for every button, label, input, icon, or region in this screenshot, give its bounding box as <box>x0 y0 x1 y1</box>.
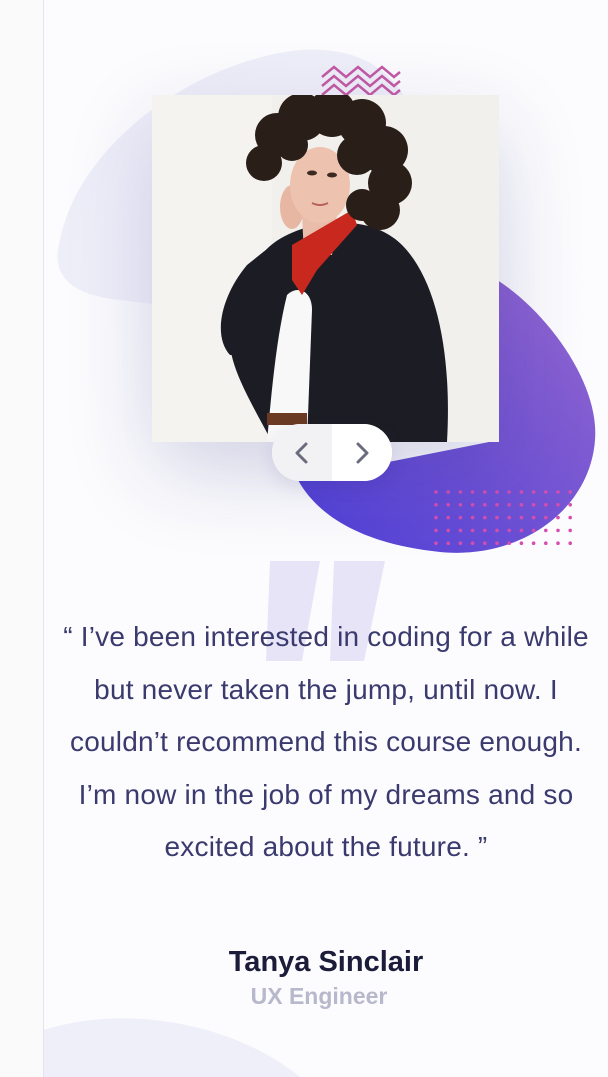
pattern-dot <box>470 541 475 545</box>
pattern-dot <box>458 541 463 545</box>
pattern-dot <box>544 515 548 520</box>
pattern-dot <box>446 503 451 507</box>
previous-button[interactable] <box>272 424 332 481</box>
pattern-dot <box>434 528 438 533</box>
pattern-dot <box>483 515 487 520</box>
pattern-dot <box>519 541 524 545</box>
pattern-dot <box>470 528 475 533</box>
pattern-dot <box>495 541 499 545</box>
pattern-dot <box>470 503 475 507</box>
slider-navigation <box>272 424 392 481</box>
pattern-dot <box>544 490 548 494</box>
pattern-dot <box>434 490 438 494</box>
pattern-dot <box>531 490 536 494</box>
pattern-dot <box>544 528 548 533</box>
pattern-dot <box>446 528 451 533</box>
pattern-dot <box>458 528 463 533</box>
pattern-dot <box>446 541 451 545</box>
pattern-dot <box>483 490 487 494</box>
pattern-dot <box>556 528 560 533</box>
pattern-dot <box>434 541 438 545</box>
pattern-dot <box>495 503 499 507</box>
pattern-dot <box>507 515 512 520</box>
pattern-dot <box>531 515 536 520</box>
chevron-right-icon <box>356 442 369 463</box>
next-button[interactable] <box>332 424 392 481</box>
pattern-dot <box>531 541 536 545</box>
pattern-dot <box>507 490 512 494</box>
pattern-dot <box>556 503 560 507</box>
pattern-dot <box>531 528 536 533</box>
pattern-dot <box>519 490 524 494</box>
pattern-dot <box>531 503 536 507</box>
pattern-dot <box>519 503 524 507</box>
chevron-left-icon <box>295 442 308 463</box>
pattern-dot <box>470 515 475 520</box>
pattern-dot <box>458 490 463 494</box>
pattern-dot <box>446 515 451 520</box>
pattern-dot <box>568 528 572 533</box>
author-role: UX Engineer <box>250 983 388 1009</box>
pattern-dot <box>434 503 438 507</box>
testimonial-photo <box>152 95 499 442</box>
testimonial-section: “ I’ve been interested in coding for a w… <box>0 0 608 1077</box>
pattern-dot <box>544 541 548 545</box>
pattern-dot <box>507 503 512 507</box>
pattern-dot <box>556 541 560 545</box>
pattern-dot <box>495 515 499 520</box>
pattern-dot <box>519 528 524 533</box>
pattern-dot <box>495 528 499 533</box>
pattern-dot <box>483 503 487 507</box>
pattern-dot <box>544 503 548 507</box>
pattern-dot <box>568 515 572 520</box>
pattern-dot <box>519 515 524 520</box>
pattern-dot <box>568 490 572 494</box>
pattern-dot <box>507 528 512 533</box>
testimonial-quote: “ I’ve been interested in coding for a w… <box>63 621 589 863</box>
pattern-dot <box>470 490 475 494</box>
author-name: Tanya Sinclair <box>228 946 424 978</box>
pattern-dot <box>556 490 560 494</box>
pattern-dot <box>568 541 572 545</box>
pattern-dot <box>556 515 560 520</box>
bottom-soft-blob <box>44 1018 300 1077</box>
pattern-dot <box>483 541 487 545</box>
pattern-dot <box>434 515 438 520</box>
pattern-dot <box>458 503 463 507</box>
pattern-dot <box>495 490 499 494</box>
pattern-dot <box>483 528 487 533</box>
pattern-dot <box>446 490 451 494</box>
pattern-dot <box>568 503 572 507</box>
pattern-dot <box>507 541 512 545</box>
pattern-dot <box>458 515 463 520</box>
